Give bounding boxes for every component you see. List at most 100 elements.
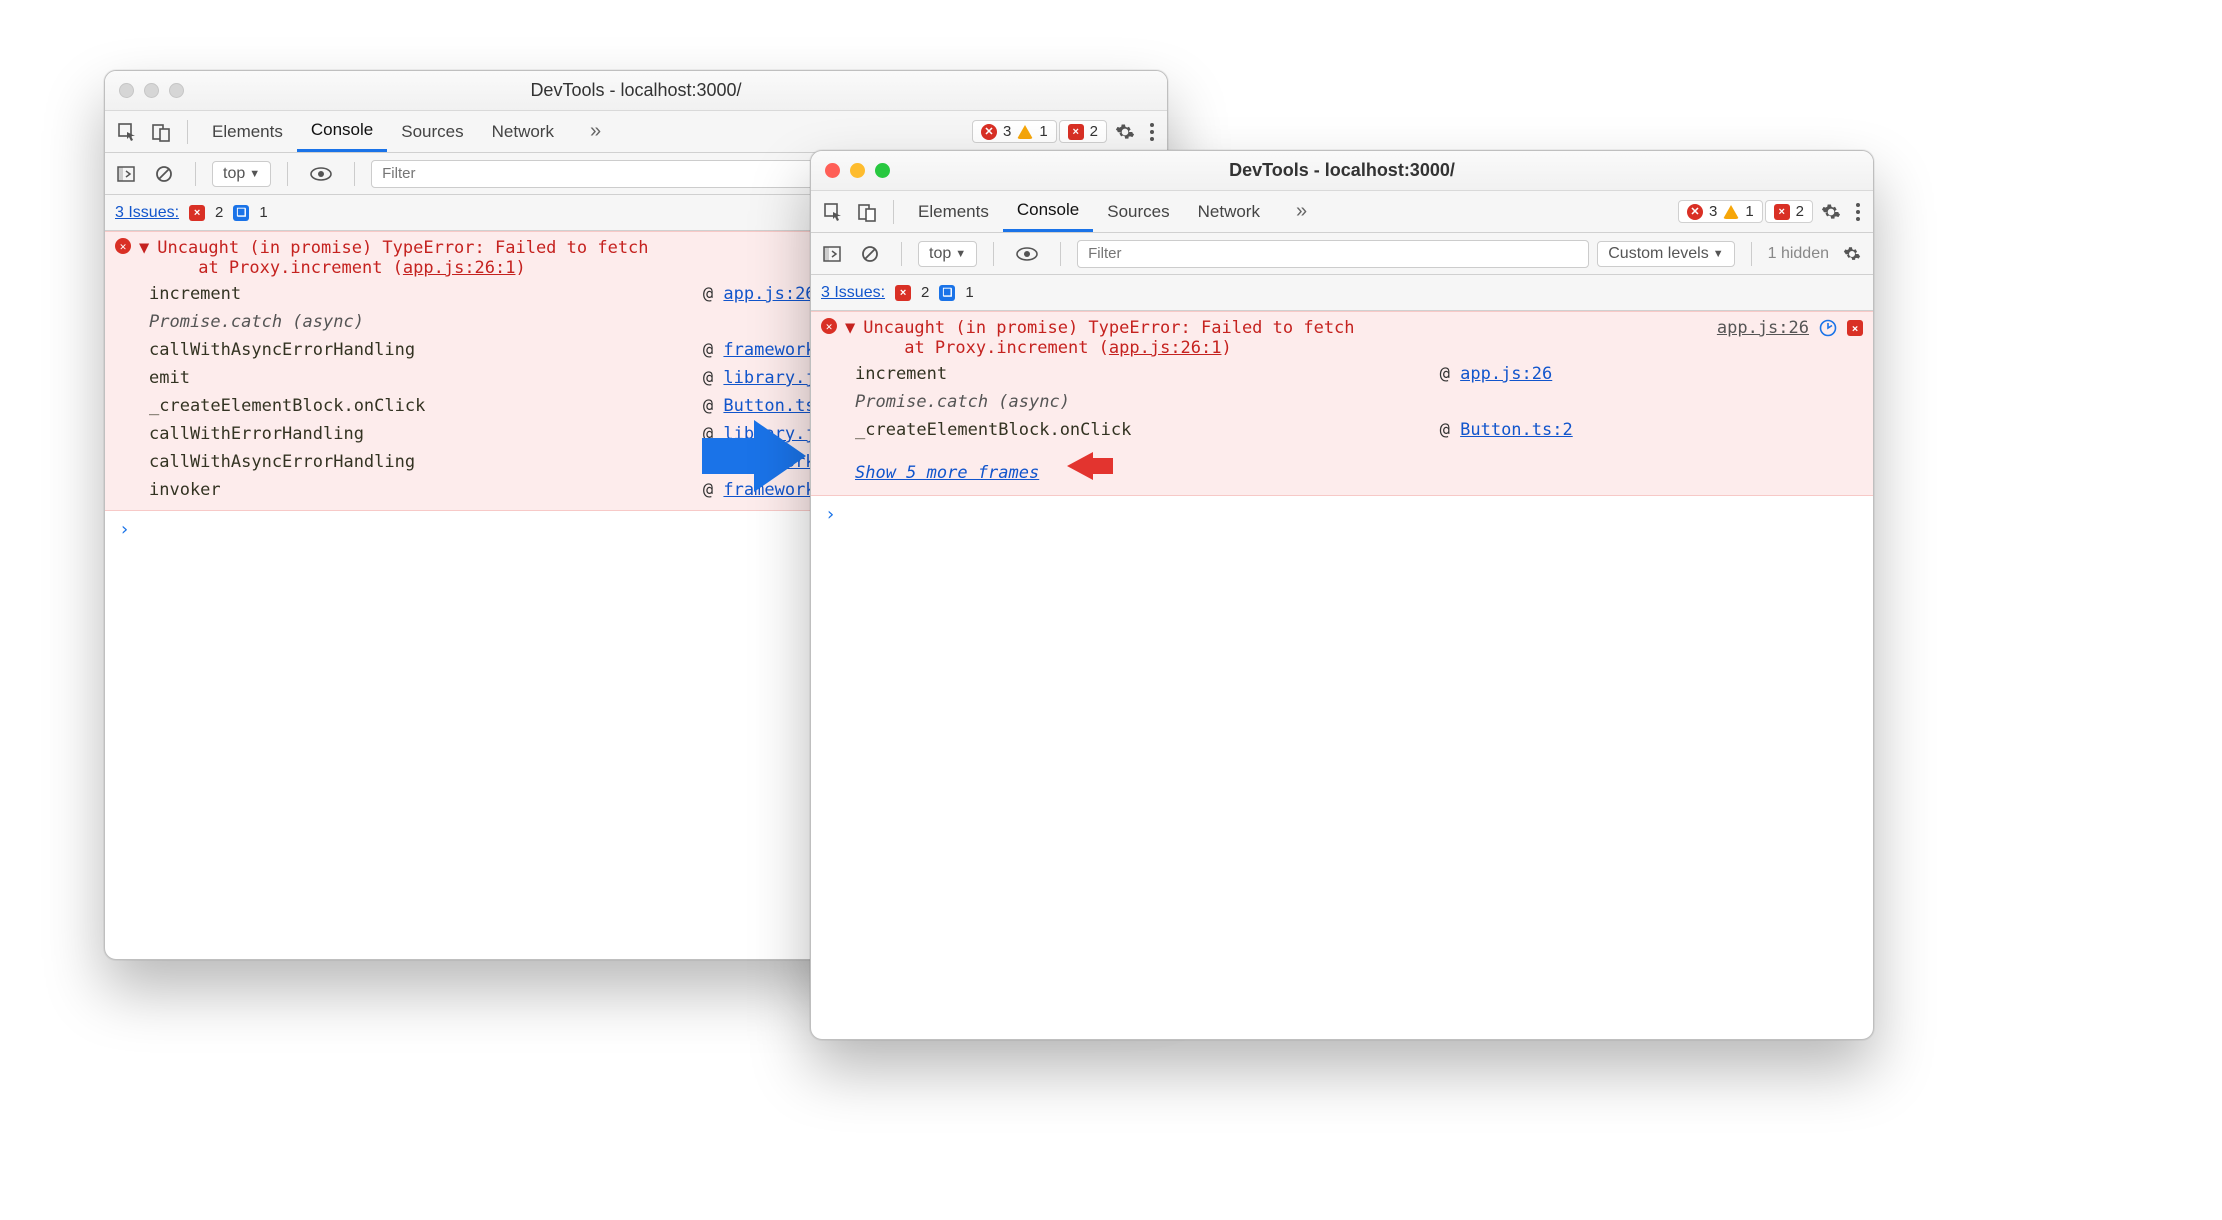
hidden-count: 1 hidden	[1768, 245, 1829, 263]
settings-icon[interactable]	[1837, 241, 1867, 267]
frame-fn: callWithAsyncErrorHandling	[149, 340, 685, 360]
window-title: DevTools - localhost:3000/	[811, 160, 1873, 181]
titlebar: DevTools - localhost:3000/	[811, 151, 1873, 191]
flag-icon[interactable]	[1847, 320, 1863, 336]
console-output: ✕ ▼ Uncaught (in promise) TypeError: Fai…	[811, 311, 1873, 533]
settings-icon[interactable]	[1109, 118, 1141, 146]
live-expression-icon[interactable]	[1010, 242, 1044, 266]
tab-console[interactable]: Console	[297, 111, 387, 152]
frame-fn: increment	[855, 364, 1422, 384]
tab-network[interactable]: Network	[1184, 191, 1274, 232]
highlight-arrow-icon	[1067, 452, 1093, 480]
error-at-line: at Proxy.increment (app.js:26:1)	[157, 258, 648, 278]
flag-icon	[189, 205, 205, 221]
device-icon[interactable]	[851, 198, 883, 226]
inspect-icon[interactable]	[111, 118, 143, 146]
context-label: top	[929, 245, 951, 263]
frame-loc: @ Button.ts:2	[1440, 420, 1863, 440]
tab-console[interactable]: Console	[1003, 191, 1093, 232]
warning-count: 1	[1745, 203, 1753, 220]
context-selector[interactable]: top▼	[212, 161, 271, 187]
issues-msg-count: 1	[259, 204, 267, 221]
console-prompt[interactable]: ›	[811, 496, 1873, 533]
sidebar-toggle-icon[interactable]	[111, 161, 141, 187]
error-at-link[interactable]: app.js:26:1	[403, 258, 516, 278]
device-icon[interactable]	[145, 118, 177, 146]
live-expression-icon[interactable]	[304, 162, 338, 186]
error-icon: ✕	[115, 238, 131, 254]
error-source-link[interactable]: app.js:26	[1717, 318, 1809, 338]
close-dot[interactable]	[119, 83, 134, 98]
warning-icon	[1017, 125, 1033, 139]
levels-label: Custom levels	[1608, 245, 1708, 263]
flag-icon	[1068, 124, 1084, 140]
inspect-icon[interactable]	[817, 198, 849, 226]
error-warning-counter[interactable]: ✕3 1	[972, 120, 1057, 143]
titlebar: DevTools - localhost:3000/	[105, 71, 1167, 111]
restart-frame-icon[interactable]	[1819, 319, 1837, 337]
context-label: top	[223, 165, 245, 183]
flag-icon	[895, 285, 911, 301]
flag-count: 2	[1090, 123, 1098, 140]
flag-count: 2	[1796, 203, 1804, 220]
frame-loc: @ app.js:26	[1440, 364, 1863, 384]
level-selector[interactable]: Custom levels▼	[1597, 241, 1734, 267]
issues-msg-count: 1	[965, 284, 973, 301]
traffic-lights[interactable]	[811, 163, 890, 178]
kebab-icon[interactable]	[1143, 118, 1161, 146]
tab-sources[interactable]: Sources	[387, 111, 477, 152]
frame-fn: _createElementBlock.onClick	[149, 396, 685, 416]
error-warning-counter[interactable]: ✕3 1	[1678, 200, 1763, 223]
disclosure-triangle[interactable]: ▼	[845, 318, 855, 338]
error-at-line: at Proxy.increment (app.js:26:1)	[863, 338, 1354, 358]
devtools-window-after: DevTools - localhost:3000/ Elements Cons…	[810, 150, 1874, 1040]
frame-fn: _createElementBlock.onClick	[855, 420, 1422, 440]
main-toolbar: Elements Console Sources Network ✕3 1 2	[105, 111, 1167, 153]
disclosure-triangle[interactable]: ▼	[139, 238, 149, 258]
message-icon: ❏	[939, 285, 955, 301]
panel-tabs: Elements Console Sources Network	[198, 111, 623, 152]
issues-link[interactable]: 3 Issues:	[115, 204, 179, 222]
tab-elements[interactable]: Elements	[904, 191, 1003, 232]
stack-frames: increment @ app.js:26 Promise.catch (asy…	[855, 364, 1863, 440]
error-icon: ✕	[821, 318, 837, 334]
tab-elements[interactable]: Elements	[198, 111, 297, 152]
frame-fn: emit	[149, 368, 685, 388]
issue-counter[interactable]: 2	[1059, 120, 1107, 143]
close-dot[interactable]	[825, 163, 840, 178]
frame-fn: invoker	[149, 480, 685, 500]
message-icon: ❏	[233, 205, 249, 221]
context-selector[interactable]: top▼	[918, 241, 977, 267]
warning-icon	[1723, 205, 1739, 219]
minimize-dot[interactable]	[144, 83, 159, 98]
frame-fn: increment	[149, 284, 685, 304]
tab-network[interactable]: Network	[478, 111, 568, 152]
error-count: 3	[1003, 123, 1011, 140]
frame-fn: callWithAsyncErrorHandling	[149, 452, 685, 472]
traffic-lights[interactable]	[105, 83, 184, 98]
main-toolbar: Elements Console Sources Network ✕3 1 2	[811, 191, 1873, 233]
console-subbar: top▼ Custom levels▼ 1 hidden	[811, 233, 1873, 275]
settings-icon[interactable]	[1815, 198, 1847, 226]
error-message: Uncaught (in promise) TypeError: Failed …	[863, 318, 1354, 338]
tab-sources[interactable]: Sources	[1093, 191, 1183, 232]
clear-console-icon[interactable]	[855, 241, 885, 267]
frame-fn: callWithErrorHandling	[149, 424, 685, 444]
zoom-dot[interactable]	[875, 163, 890, 178]
show-more-link[interactable]: Show 5 more frames	[855, 463, 1039, 483]
error-at-link[interactable]: app.js:26:1	[1109, 338, 1222, 358]
sidebar-toggle-icon[interactable]	[817, 241, 847, 267]
more-tabs[interactable]	[568, 111, 623, 152]
issues-flag-count: 2	[921, 284, 929, 301]
issues-link[interactable]: 3 Issues:	[821, 284, 885, 302]
filter-input[interactable]	[1077, 240, 1589, 268]
clear-console-icon[interactable]	[149, 161, 179, 187]
async-divider: Promise.catch (async)	[855, 392, 1863, 412]
kebab-icon[interactable]	[1849, 198, 1867, 226]
issue-counter[interactable]: 2	[1765, 200, 1813, 223]
flag-icon	[1774, 204, 1790, 220]
more-tabs[interactable]	[1274, 191, 1329, 232]
zoom-dot[interactable]	[169, 83, 184, 98]
minimize-dot[interactable]	[850, 163, 865, 178]
error-message: Uncaught (in promise) TypeError: Failed …	[157, 238, 648, 258]
